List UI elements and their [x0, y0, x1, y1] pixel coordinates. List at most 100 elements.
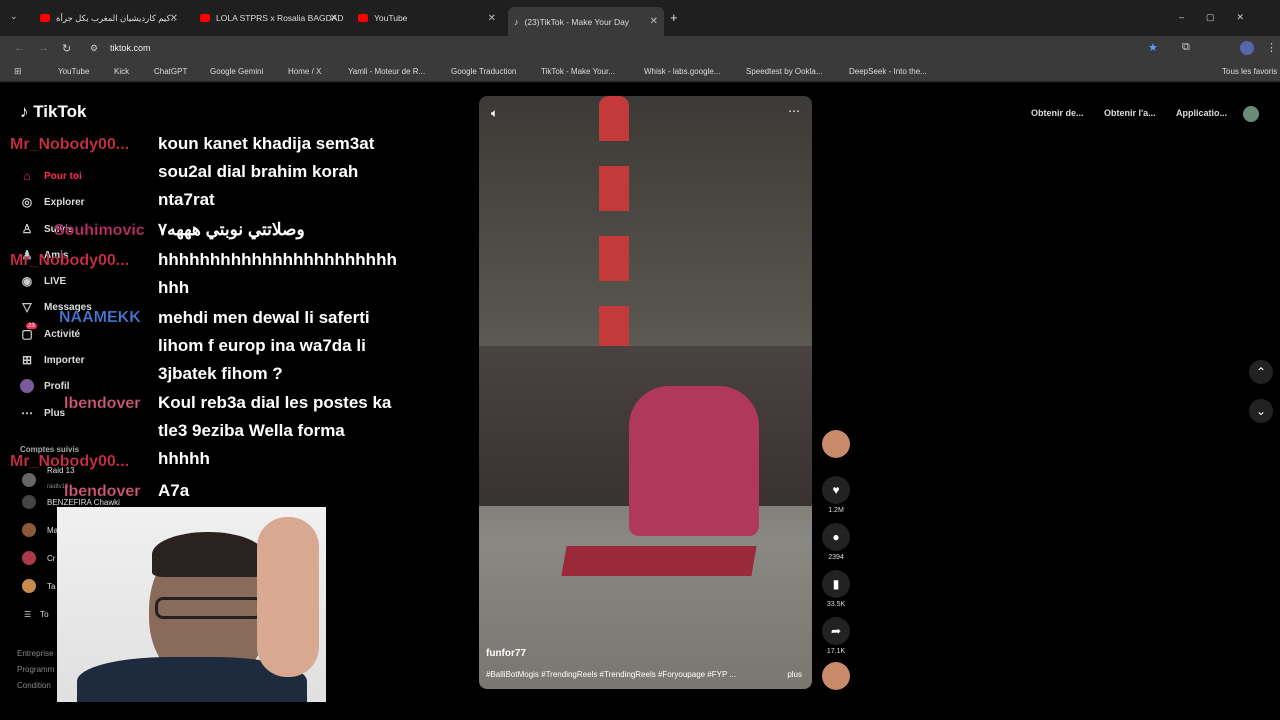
bookmark-youtube[interactable]: YouTube — [58, 67, 89, 76]
bookmark-speedtest[interactable]: Speedtest by Ookla... — [746, 67, 823, 76]
download-app-button[interactable]: Applicatio... — [1176, 108, 1227, 118]
chat-username: Mr_Nobody00... — [10, 136, 130, 154]
bookmarks-bar: ⊞ YouTube Kick ChatGPT Google Gemini Hom… — [0, 62, 1280, 82]
get-app-button[interactable]: Obtenir l'a... — [1104, 108, 1156, 118]
address-bar: ← → ↻ ⚙ tiktok.com ★ ⧉ ⋮ — [0, 36, 1280, 62]
music-disc[interactable] — [822, 662, 850, 690]
streamer-hair — [152, 532, 264, 577]
sidebar-item-more[interactable]: ⋯ Plus — [20, 406, 65, 420]
apps-icon[interactable]: ⊞ — [14, 66, 22, 77]
user-icon: ♙ — [21, 222, 33, 236]
bookmark-tiktok[interactable]: TikTok - Make Your... — [541, 67, 615, 76]
previous-video-button[interactable]: ⌃ — [1249, 360, 1273, 384]
new-tab-button[interactable]: + — [670, 10, 678, 25]
window-controls[interactable]: –▢✕ — [1179, 12, 1266, 23]
see-more-following[interactable]: ☰ To — [24, 610, 49, 619]
footer-link-2[interactable]: Programm — [17, 665, 54, 674]
streamer-glasses — [155, 597, 263, 619]
chat-message: koun kanet khadija sem3at sou2al dial br… — [158, 134, 375, 209]
bookmark-icon: ▮ — [822, 570, 850, 598]
close-icon[interactable]: ✕ — [650, 16, 658, 27]
profile-avatar[interactable] — [1240, 41, 1254, 55]
url-field[interactable]: tiktok.com — [110, 43, 151, 53]
tiktok-icon: ♪ — [20, 102, 29, 121]
tab-3[interactable]: YouTube ✕ — [352, 7, 502, 29]
close-icon[interactable]: ✕ — [330, 13, 338, 24]
chat-message: وصلاتتي نوبتي هههه٧ — [158, 220, 305, 239]
all-bookmarks[interactable]: Tous les favoris — [1222, 67, 1277, 76]
webcam-overlay — [57, 507, 326, 702]
next-video-button[interactable]: ⌄ — [1249, 399, 1273, 423]
share-button[interactable]: ➦ 17.1K — [822, 617, 850, 655]
tiktok-logo[interactable]: ♪ TikTok — [20, 102, 86, 122]
more-icon: ⋯ — [21, 406, 33, 420]
bookmark-chatgpt[interactable]: ChatGPT — [154, 67, 187, 76]
video-author[interactable]: funfor77 — [486, 648, 526, 659]
tab-1[interactable]: كيم كارديشيان المغرب بكل جرأة…✕ — [34, 7, 184, 29]
following-account-3[interactable]: Ma — [22, 523, 58, 537]
tiktok-icon: ♪ — [514, 16, 519, 27]
avatar — [22, 472, 36, 487]
sidebar-item-explore[interactable]: ◎ Explorer — [20, 195, 85, 209]
mute-icon[interactable]: 🔈︎ — [491, 106, 498, 121]
streamer-hand — [257, 517, 319, 677]
site-info-icon[interactable]: ⚙ — [90, 43, 98, 54]
tab-2[interactable]: LOLA STPRS x Rosalia BAGDAD ✕ — [194, 7, 344, 29]
close-icon[interactable]: ✕ — [488, 13, 496, 24]
save-button[interactable]: ▮ 33.5K — [822, 570, 850, 608]
live-icon: ◉ — [21, 274, 33, 288]
creator-avatar[interactable] — [822, 430, 850, 458]
chat-message: A7a — [158, 481, 190, 500]
tab-4[interactable]: ♪ (23)TikTok - Make Your Day ✕ — [508, 7, 664, 36]
sidebar-item-live[interactable]: ◉ LIVE — [20, 274, 66, 288]
following-account-4[interactable]: Cr — [22, 551, 55, 565]
back-icon[interactable]: ← — [14, 42, 25, 54]
forward-icon[interactable]: → — [38, 42, 49, 54]
extensions-icon[interactable]: ⧉ — [1182, 41, 1190, 54]
bookmark-yamli[interactable]: Yamli - Moteur de R... — [348, 67, 425, 76]
list-icon: ☰ — [24, 610, 32, 619]
following-account-5[interactable]: Ta — [22, 579, 55, 593]
lanterns — [599, 96, 629, 356]
comment-icon: ● — [822, 523, 850, 551]
sidebar-item-profile[interactable]: Profil — [20, 379, 70, 393]
sidebar-item-for-you[interactable]: ⌂ Pour toi — [20, 169, 81, 183]
close-icon[interactable]: ✕ — [170, 13, 178, 24]
chat-message: hhhhhhhhhhhhhhhhhhhhhhh hhh — [158, 250, 397, 297]
user-avatar[interactable] — [1243, 106, 1259, 122]
menu-icon[interactable]: ⋮ — [1266, 41, 1277, 54]
inbox-icon: ▢ — [21, 327, 33, 341]
bookmark-kick[interactable]: Kick — [114, 67, 129, 76]
video-player[interactable]: 🔈︎ ⋯ funfor77 #BalliBotMogis #TrendingRe… — [479, 96, 812, 689]
heart-icon: ♥ — [822, 476, 850, 504]
like-button[interactable]: ♥ 1.2M — [822, 476, 850, 514]
footer-link-1[interactable]: Entreprise — [17, 649, 53, 658]
sidebar-item-upload[interactable]: ⊞ Importer — [20, 353, 85, 367]
video-caption: #BalliBotMogis #TrendingReels #TrendingR… — [486, 670, 737, 679]
tab-search-button[interactable]: ⌄ — [10, 11, 26, 25]
bookmark-deepseek[interactable]: DeepSeek - Into the... — [849, 67, 927, 76]
bookmark-whisk[interactable]: Whisk - labs.google... — [644, 67, 720, 76]
more-options-icon[interactable]: ⋯ — [788, 104, 800, 118]
avatar — [22, 495, 36, 509]
bookmark-gemini[interactable]: Google Gemini — [210, 67, 263, 76]
bookmark-star-icon[interactable]: ★ — [1148, 41, 1158, 54]
footer-link-3[interactable]: Condition — [17, 681, 51, 690]
caption-more-link[interactable]: plus — [787, 670, 802, 679]
bookmark-x[interactable]: Home / X — [288, 67, 321, 76]
avatar — [22, 551, 36, 565]
plus-square-icon: ⊞ — [21, 353, 33, 367]
avatar — [22, 523, 36, 537]
compass-icon: ◎ — [21, 195, 33, 209]
comment-button[interactable]: ● 2394 — [822, 523, 850, 561]
sidebar-item-activity[interactable]: ▢ Activité — [20, 327, 80, 341]
youtube-icon — [40, 14, 50, 22]
message-icon: ▽ — [22, 300, 32, 314]
avatar — [20, 379, 34, 393]
bookmark-google-translate[interactable]: Google Traduction — [451, 67, 516, 76]
reload-icon[interactable]: ↻ — [62, 42, 71, 55]
youtube-icon — [358, 14, 368, 22]
chat-username: NAAMEKK — [59, 309, 141, 327]
chat-username: lbendover — [64, 395, 141, 413]
get-coins-button[interactable]: Obtenir de... — [1031, 108, 1084, 118]
